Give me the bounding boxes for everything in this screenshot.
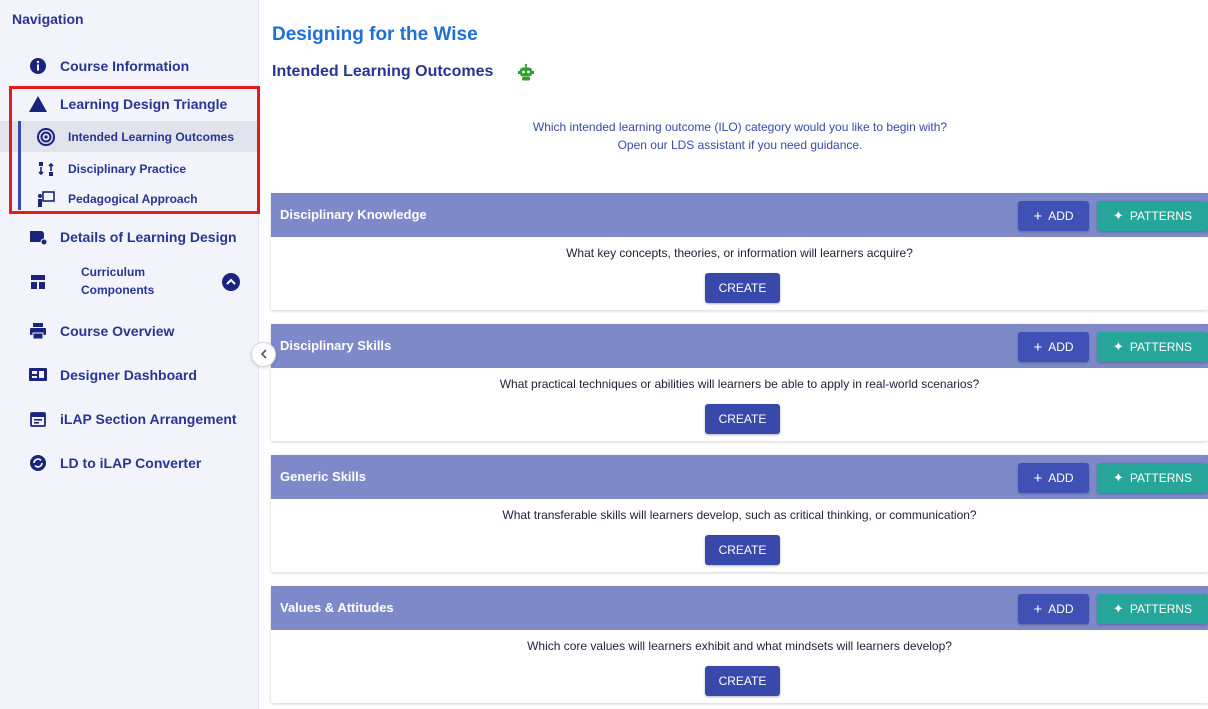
ilo-category-card: Disciplinary Knowledge + ADD ✦ PATTERNS … bbox=[271, 193, 1208, 310]
sidebar-item-label: Details of Learning Design bbox=[60, 229, 237, 245]
patterns-label: PATTERNS bbox=[1129, 340, 1193, 354]
sidebar-item-pedagogical-approach[interactable]: Pedagogical Approach bbox=[0, 188, 258, 210]
card-title: Values & Attitudes bbox=[280, 600, 394, 615]
sidebar-item-designer-dashboard[interactable]: Designer Dashboard bbox=[0, 363, 258, 387]
sidebar-item-disciplinary-practice[interactable]: Disciplinary Practice bbox=[0, 158, 258, 180]
sidebar-item-label: Disciplinary Practice bbox=[68, 162, 187, 176]
sidebar-item-intended-learning-outcomes[interactable]: Intended Learning Outcomes bbox=[0, 121, 258, 152]
plus-icon: + bbox=[1033, 207, 1043, 225]
section-title: Intended Learning Outcomes bbox=[272, 63, 494, 80]
book-settings-icon bbox=[28, 227, 48, 247]
card-question: What practical techniques or abilities w… bbox=[499, 377, 980, 391]
add-button[interactable]: + ADD bbox=[1018, 332, 1089, 362]
sparkle-icon: ✦ bbox=[1112, 339, 1124, 354]
calendar-icon bbox=[28, 409, 48, 429]
sidebar-item-course-information[interactable]: Course Information bbox=[0, 54, 258, 78]
add-button[interactable]: + ADD bbox=[1018, 594, 1089, 624]
ilo-category-card: Generic Skills + ADD ✦ PATTERNS What tra… bbox=[271, 455, 1208, 572]
ilo-category-card: Values & Attitudes + ADD ✦ PATTERNS Whic… bbox=[271, 586, 1208, 703]
patterns-button[interactable]: ✦ PATTERNS bbox=[1097, 201, 1208, 231]
sidebar-item-label: Pedagogical Approach bbox=[68, 192, 198, 206]
create-button[interactable]: CREATE bbox=[705, 404, 780, 434]
sparkle-icon: ✦ bbox=[1112, 470, 1124, 485]
sidebar-item-label: LD to iLAP Converter bbox=[60, 455, 202, 471]
prompt-line: Which intended learning outcome (ILO) ca… bbox=[532, 120, 948, 134]
collapse-sidebar-button[interactable] bbox=[251, 342, 276, 367]
patterns-label: PATTERNS bbox=[1129, 471, 1193, 485]
triangle-icon bbox=[28, 94, 48, 114]
sidebar-item-label: iLAP Section Arrangement bbox=[60, 411, 237, 427]
ilo-category-card: Disciplinary Skills + ADD ✦ PATTERNS Wha… bbox=[271, 324, 1208, 441]
presentation-icon bbox=[36, 189, 56, 209]
create-button[interactable]: CREATE bbox=[705, 535, 780, 565]
sidebar-item-ld-to-ilap-converter[interactable]: LD to iLAP Converter bbox=[0, 451, 258, 475]
patterns-label: PATTERNS bbox=[1129, 209, 1193, 223]
sparkle-icon: ✦ bbox=[1112, 601, 1124, 616]
sparkle-icon: ✦ bbox=[1112, 208, 1124, 223]
card-header: Values & Attitudes + ADD ✦ PATTERNS bbox=[271, 586, 1208, 630]
card-header: Disciplinary Skills + ADD ✦ PATTERNS bbox=[271, 324, 1208, 368]
sidebar-item-label: Course Information bbox=[60, 58, 190, 74]
sync-icon bbox=[28, 453, 48, 473]
card-title: Disciplinary Knowledge bbox=[280, 207, 427, 222]
patterns-button[interactable]: ✦ PATTERNS bbox=[1097, 332, 1208, 362]
patterns-button[interactable]: ✦ PATTERNS bbox=[1097, 594, 1208, 624]
add-label: ADD bbox=[1048, 471, 1074, 485]
card-header: Generic Skills + ADD ✦ PATTERNS bbox=[271, 455, 1208, 499]
components-icon bbox=[28, 272, 48, 292]
add-label: ADD bbox=[1048, 340, 1074, 354]
sidebar-item-details-of-learning-design[interactable]: Details of Learning Design bbox=[0, 225, 258, 249]
chevron-left-icon bbox=[260, 347, 268, 362]
sidebar-item-label: Learning Design Triangle bbox=[60, 96, 228, 112]
sidebar-item-label-line2: Components bbox=[81, 283, 155, 297]
card-header: Disciplinary Knowledge + ADD ✦ PATTERNS bbox=[271, 193, 1208, 237]
plus-icon: + bbox=[1033, 469, 1043, 487]
patterns-button[interactable]: ✦ PATTERNS bbox=[1097, 463, 1208, 493]
sidebar-item-label: Intended Learning Outcomes bbox=[68, 129, 235, 144]
sidebar: Navigation Course Information Learning D… bbox=[0, 0, 260, 709]
swap-icon bbox=[36, 159, 56, 179]
nav-title: Navigation bbox=[12, 11, 84, 27]
robot-assistant-icon[interactable] bbox=[517, 63, 535, 82]
card-question: Which core values will learners exhibit … bbox=[527, 639, 952, 653]
card-question: What transferable skills will learners d… bbox=[502, 508, 977, 522]
card-title: Generic Skills bbox=[280, 469, 366, 484]
create-button[interactable]: CREATE bbox=[705, 666, 780, 696]
patterns-label: PATTERNS bbox=[1129, 602, 1193, 616]
add-button[interactable]: + ADD bbox=[1018, 201, 1089, 231]
page-title: Designing for the Wise bbox=[272, 24, 478, 45]
card-question: What key concepts, theories, or informat… bbox=[566, 246, 913, 260]
sidebar-item-learning-design-triangle[interactable]: Learning Design Triangle bbox=[0, 92, 258, 116]
info-icon bbox=[28, 56, 48, 76]
sidebar-item-label: Designer Dashboard bbox=[60, 367, 197, 383]
plus-icon: + bbox=[1033, 600, 1043, 618]
sidebar-item-ilap-section-arrangement[interactable]: iLAP Section Arrangement bbox=[0, 407, 258, 431]
target-icon bbox=[36, 127, 56, 147]
add-label: ADD bbox=[1048, 602, 1074, 616]
sidebar-item-course-overview[interactable]: Course Overview bbox=[0, 319, 258, 343]
add-label: ADD bbox=[1048, 209, 1074, 223]
create-button[interactable]: CREATE bbox=[705, 273, 780, 303]
printer-icon bbox=[28, 321, 48, 341]
sidebar-item-label: Curriculum bbox=[81, 265, 146, 279]
dashboard-icon bbox=[28, 365, 48, 385]
card-title: Disciplinary Skills bbox=[280, 338, 392, 353]
chevron-up-icon[interactable] bbox=[222, 273, 240, 291]
prompt-line: Open our LDS assistant if you need guida… bbox=[617, 138, 863, 152]
add-button[interactable]: + ADD bbox=[1018, 463, 1089, 493]
sidebar-item-label: Course Overview bbox=[60, 323, 175, 339]
plus-icon: + bbox=[1033, 338, 1043, 356]
sidebar-item-curriculum-components[interactable]: Curriculum Components bbox=[0, 262, 258, 300]
